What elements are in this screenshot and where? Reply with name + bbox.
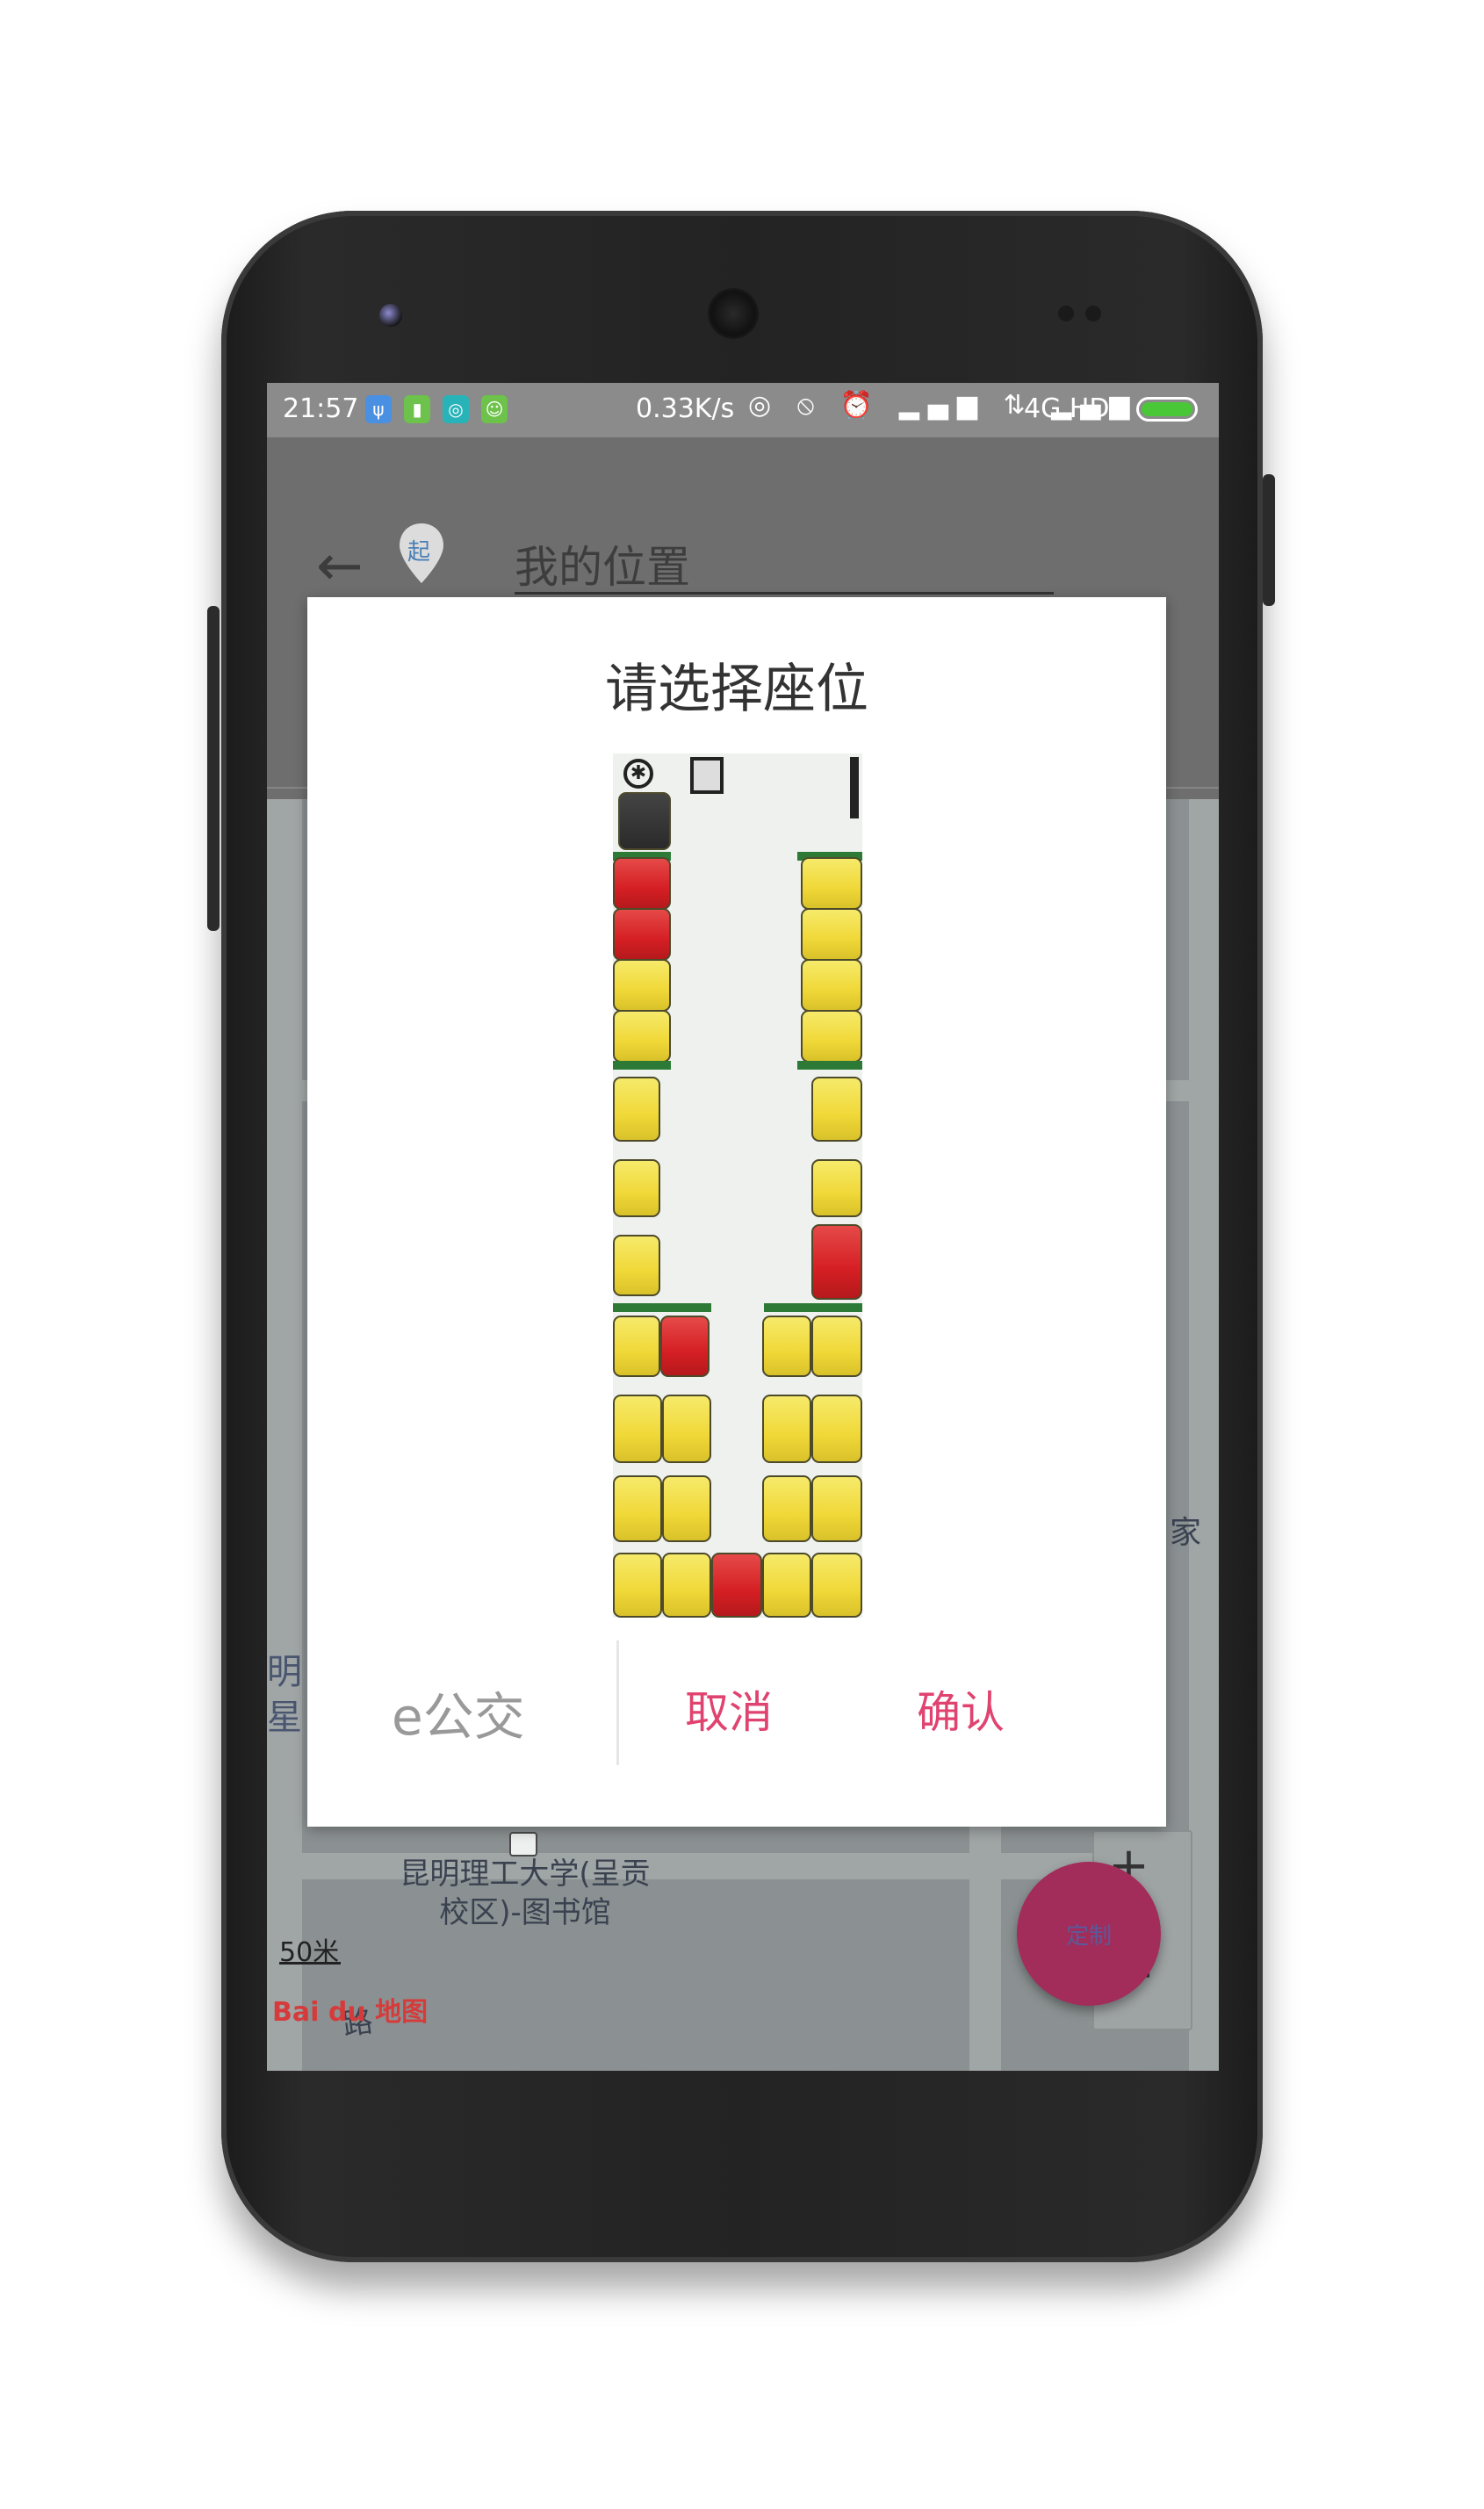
seat-available[interactable] bbox=[613, 1475, 662, 1542]
confirm-button[interactable]: 确认 bbox=[917, 1677, 1005, 1741]
seat-occupied[interactable] bbox=[613, 908, 671, 961]
map-scale-bar bbox=[279, 1962, 341, 1965]
seat-available[interactable] bbox=[801, 959, 862, 1012]
seat-available[interactable] bbox=[811, 1475, 862, 1542]
seat-available[interactable] bbox=[613, 1395, 662, 1463]
status-time: 21:57 bbox=[283, 393, 359, 424]
network-speed: 0.33K/s bbox=[636, 393, 735, 424]
seat-occupied[interactable] bbox=[711, 1553, 762, 1618]
partition bbox=[613, 1061, 671, 1070]
baidu-map-logo: Bai du 地图 bbox=[272, 1997, 429, 2028]
door-icon bbox=[690, 757, 724, 794]
seat-available[interactable] bbox=[762, 1475, 811, 1542]
app-notification-icon: ◎ bbox=[443, 395, 469, 423]
steering-wheel-icon: ✱ bbox=[623, 759, 653, 789]
dialog-title: 请选择座位 bbox=[605, 659, 868, 720]
cancel-button[interactable]: 取消 bbox=[685, 1677, 773, 1741]
seat-available[interactable] bbox=[762, 1395, 811, 1463]
map-label-partial-right: 家 bbox=[1170, 1515, 1202, 1551]
battery-icon bbox=[1136, 397, 1198, 422]
seat-available[interactable] bbox=[811, 1395, 862, 1463]
seat-available[interactable] bbox=[801, 1010, 862, 1063]
light-sensor bbox=[1085, 306, 1101, 321]
usb-icon: ψ bbox=[365, 395, 392, 423]
seat-available[interactable] bbox=[762, 1316, 811, 1377]
network-type: 4G HD bbox=[1024, 393, 1110, 424]
android-icon: ☺ bbox=[481, 395, 508, 423]
seat-available[interactable] bbox=[613, 1316, 660, 1377]
fab-label: 定制 bbox=[1065, 1923, 1112, 1950]
status-bar: 21:57 ψ ▮ ◎ ☺ 0.33K/s ◎ ⦸ ⏰ ▂▄▆ ⇅ ▂▄▆ 4G… bbox=[267, 383, 1219, 437]
seat-available[interactable] bbox=[811, 1553, 862, 1618]
map-poi-library[interactable]: 昆明理工大学(呈贡 校区)-图书馆 bbox=[393, 1855, 657, 1932]
seat-occupied[interactable] bbox=[811, 1224, 862, 1300]
seat-available[interactable] bbox=[801, 857, 862, 910]
seat-select-dialog: 请选择座位 ✱ e公交 取消 确认 bbox=[307, 597, 1166, 1827]
battery-app-icon: ▮ bbox=[404, 395, 430, 423]
map-label-partial-left: 明 星 bbox=[267, 1652, 302, 1738]
custom-route-fab[interactable]: 定制 bbox=[1017, 1862, 1161, 2006]
seat-available[interactable] bbox=[811, 1159, 862, 1217]
battery-level bbox=[1142, 402, 1192, 416]
seat-available[interactable] bbox=[662, 1475, 711, 1542]
back-arrow-icon[interactable]: ← bbox=[316, 534, 364, 599]
seat-available[interactable] bbox=[811, 1077, 862, 1142]
front-panel bbox=[850, 757, 859, 818]
screen: 21:57 ψ ▮ ◎ ☺ 0.33K/s ◎ ⦸ ⏰ ▂▄▆ ⇅ ▂▄▆ 4G… bbox=[267, 383, 1219, 2071]
seat-available[interactable] bbox=[801, 908, 862, 961]
seat-occupied[interactable] bbox=[660, 1316, 710, 1377]
seat-available[interactable] bbox=[811, 1316, 862, 1377]
power-button bbox=[1263, 474, 1275, 606]
dialog-divider bbox=[616, 1640, 619, 1765]
library-poi-icon[interactable] bbox=[509, 1832, 537, 1857]
seat-available[interactable] bbox=[613, 1077, 660, 1142]
seat-available[interactable] bbox=[662, 1553, 711, 1618]
front-camera-icon bbox=[379, 304, 402, 327]
seat-occupied[interactable] bbox=[613, 857, 671, 910]
volume-button bbox=[207, 606, 220, 931]
origin-pin-label: 起 bbox=[407, 539, 431, 566]
earpiece-speaker bbox=[708, 288, 759, 339]
origin-input[interactable]: 我的位置 bbox=[515, 532, 690, 595]
seat-available[interactable] bbox=[613, 1553, 662, 1618]
seat-available[interactable] bbox=[613, 959, 671, 1012]
seat-available[interactable] bbox=[613, 1235, 660, 1296]
seat-available[interactable] bbox=[662, 1395, 711, 1463]
origin-underline bbox=[515, 592, 1054, 595]
seat-available[interactable] bbox=[613, 1159, 660, 1217]
seat-available[interactable] bbox=[613, 1010, 671, 1063]
partition bbox=[764, 1303, 862, 1312]
proximity-sensor bbox=[1058, 306, 1074, 321]
driver-seat bbox=[618, 792, 671, 850]
partition bbox=[797, 1061, 862, 1070]
seat-available[interactable] bbox=[762, 1553, 811, 1618]
partition bbox=[613, 1303, 711, 1312]
brand-label: e公交 bbox=[392, 1687, 525, 1747]
bus-seat-map: ✱ bbox=[613, 753, 862, 1618]
